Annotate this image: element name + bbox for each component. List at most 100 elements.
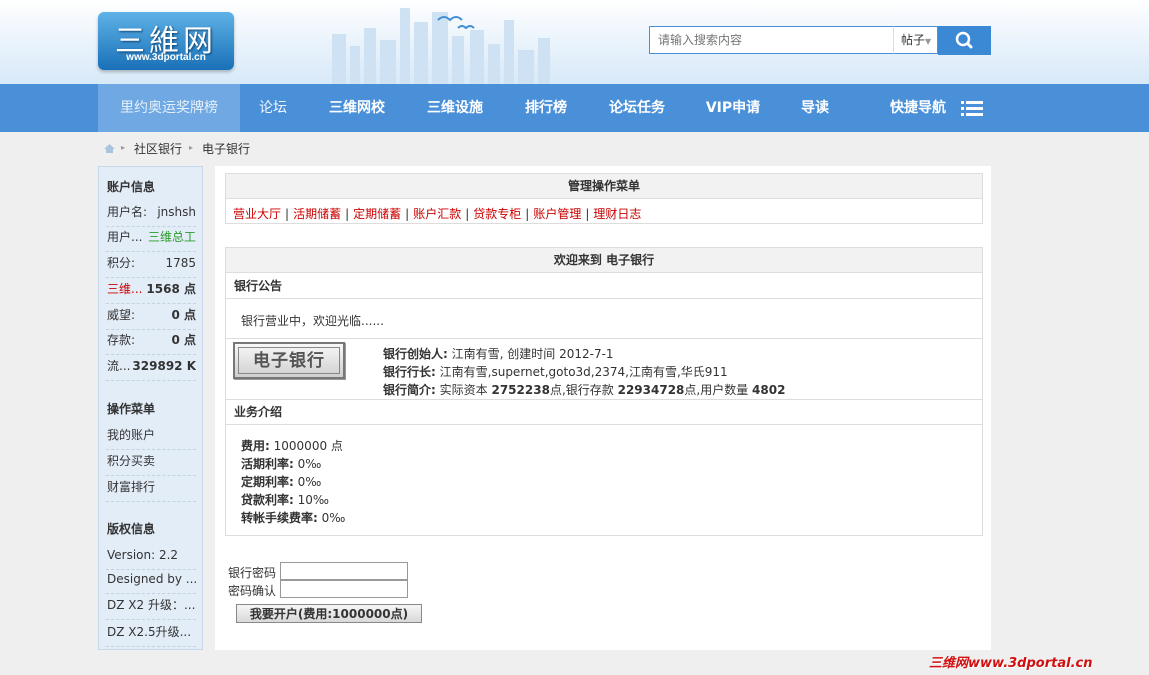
copyright-text: DZ X2 升级：... [107, 598, 196, 612]
copyright-text: Designed by ... [107, 572, 196, 586]
business-value: 0‰ [297, 457, 322, 471]
account-key: 三维... [107, 282, 143, 296]
breadcrumb-item-ebank[interactable]: 电子银行 [202, 140, 250, 157]
business-key: 贷款利率: [241, 493, 294, 507]
business-title: 业务介绍 [226, 400, 982, 425]
nav-item-guide[interactable]: 导读 [786, 84, 844, 132]
site-header: 三維网 www.3dportal.cn 帖子▼ [0, 0, 1149, 84]
account-row: 流... 329892 K [106, 355, 196, 381]
nav-item-school[interactable]: 三维网校 [314, 84, 400, 132]
copyright-text: Version: 2.2 [107, 548, 179, 562]
account-key: 威望: [107, 308, 136, 322]
intro-mid: 点,银行存款 [549, 383, 614, 397]
account-row: 威望: 0 点 [106, 304, 196, 330]
link-transfer[interactable]: 账户汇款 [413, 207, 461, 221]
link-loans[interactable]: 贷款专柜 [473, 207, 521, 221]
account-value: 1568 点 [146, 282, 196, 296]
account-info-title: 账户信息 [107, 180, 156, 194]
bank-logo: 电子银行 [233, 342, 345, 379]
business-row: 定期利率: 0‰ [241, 473, 321, 490]
founder-label: 银行创始人: [383, 347, 448, 361]
link-separator: | [465, 207, 470, 221]
password-field[interactable] [280, 562, 408, 580]
capital-value: 2752238 [491, 383, 550, 397]
open-account-button[interactable]: 我要开户(费用:1000000点) [236, 604, 422, 623]
account-key: 用户... [107, 230, 143, 244]
sidebar-item-wealth-rank[interactable]: 财富排行 [106, 476, 196, 502]
nav-item-tasks[interactable]: 论坛任务 [594, 84, 680, 132]
copyright-title: 版权信息 [107, 522, 156, 536]
home-icon[interactable] [104, 144, 115, 153]
business-row: 费用: 1000000 点 [241, 437, 343, 454]
account-row: 积分: 1785 [106, 252, 196, 278]
business-value: 10‰ [297, 493, 330, 507]
account-row: 用户... 三维总工 [106, 226, 196, 252]
business-key: 费用: [241, 439, 270, 453]
search-input[interactable] [649, 26, 895, 54]
account-row: 三维... 1568 点 [106, 278, 196, 304]
site-logo[interactable]: 三維网 www.3dportal.cn [98, 12, 234, 70]
copyright-row: Version: 2.2 [106, 544, 196, 570]
watermark: 三维网www.3dportal.cn [929, 656, 1093, 671]
account-key: 积分: [107, 256, 136, 270]
link-fixed-savings[interactable]: 定期储蓄 [353, 207, 401, 221]
search-button[interactable] [938, 26, 991, 55]
copyright-text: DZ X2.5升级... [107, 625, 192, 639]
breadcrumb-separator: ▸ [189, 143, 194, 152]
business-key: 转帐手续费率: [241, 511, 318, 525]
bank-logo-text: 电子银行 [238, 347, 340, 374]
business-value: 0‰ [297, 475, 322, 489]
nav-item-forum[interactable]: 论坛 [240, 84, 306, 132]
notice-title: 银行公告 [226, 274, 982, 299]
copyright-row: DZ X2.5升级... [106, 621, 196, 647]
founder-line: 银行创始人: 江南有雪, 创建时间 2012-7-1 [383, 345, 614, 362]
president-value: 江南有雪,supernet,goto3d,2374,江南有雪,华氏911 [439, 365, 728, 379]
users-value: 4802 [752, 383, 786, 397]
welcome-title: 欢迎来到 电子银行 [226, 248, 982, 273]
link-current-savings[interactable]: 活期储蓄 [293, 207, 341, 221]
sidebar-item-label: 积分买卖 [107, 454, 156, 468]
search-icon [955, 31, 973, 49]
breadcrumb-item-community-bank[interactable]: 社区银行 [134, 140, 182, 157]
nav-item-olympics[interactable]: 里约奥运奖牌榜 [98, 84, 240, 132]
link-finance-log[interactable]: 理财日志 [593, 207, 641, 221]
intro-line: 银行简介: 实际资本 2752238点,银行存款 22934728点,用户数量 … [383, 381, 785, 398]
account-value: 0 点 [171, 308, 196, 322]
founder-value: 江南有雪, 创建时间 2012-7-1 [451, 347, 614, 361]
sidebar: 账户信息 用户名: jnshsh 用户... 三维总工 积分: 1785 三维.… [98, 166, 203, 650]
list-icon[interactable] [961, 101, 983, 117]
link-separator: | [585, 207, 590, 221]
skyline-decoration [332, 8, 550, 84]
search-type-select[interactable]: 帖子▼ [893, 26, 938, 54]
account-row: 存款: 0 点 [106, 329, 196, 355]
link-separator: | [345, 207, 350, 221]
breadcrumb-separator: ▸ [121, 143, 126, 152]
nav-item-ranking[interactable]: 排行榜 [510, 84, 582, 132]
business-key: 活期利率: [241, 457, 294, 471]
account-value: 1785 [165, 256, 196, 270]
nav-item-vip[interactable]: VIP申请 [693, 84, 773, 132]
link-lobby[interactable]: 营业大厅 [233, 207, 281, 221]
business-row: 活期利率: 0‰ [241, 455, 321, 472]
sidebar-item-my-account[interactable]: 我的账户 [106, 424, 196, 450]
intro-label: 银行简介: [383, 383, 436, 397]
confirm-password-field[interactable] [280, 580, 408, 598]
business-key: 定期利率: [241, 475, 294, 489]
link-separator: | [525, 207, 530, 221]
sidebar-item-points-trade[interactable]: 积分买卖 [106, 450, 196, 476]
account-key: 存款: [107, 333, 136, 347]
deposits-value: 22934728 [617, 383, 685, 397]
nav-item-facilities[interactable]: 三维设施 [412, 84, 498, 132]
sidebar-item-label: 财富排行 [107, 480, 156, 494]
link-account-mgmt[interactable]: 账户管理 [533, 207, 581, 221]
account-key: 流... [107, 359, 131, 373]
account-value: 0 点 [171, 333, 196, 347]
account-value: jnshsh [157, 205, 196, 219]
manage-menu-panel: 管理操作菜单 营业大厅 | 活期储蓄 | 定期储蓄 | 账户汇款 | 贷款专柜 | 账户管理 | 理财日… [225, 173, 983, 224]
nav-item-quick[interactable]: 快捷导航 [874, 84, 962, 132]
password-label: 银行密码 [228, 566, 277, 580]
logo-url: www.3dportal.cn [126, 52, 206, 63]
manage-links: 营业大厅 | 活期储蓄 | 定期储蓄 | 账户汇款 | 贷款专柜 | 账户管理 | 理财日志 [233, 205, 641, 222]
link-separator: | [285, 207, 290, 221]
divider [226, 338, 982, 339]
